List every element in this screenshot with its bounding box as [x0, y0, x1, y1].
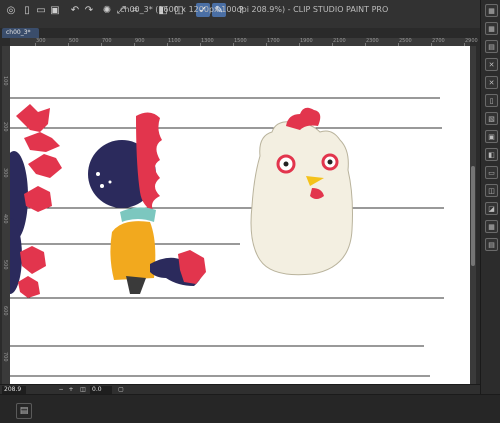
title-bar: ◎ ▯ ▭ ▣ ↶ ↷ ✺ ⤢ ⌗ ◧ ◫ ✓ ✎ ? ch00_3* (160…	[0, 0, 500, 29]
ruler-left-label: 100	[2, 76, 8, 86]
chicken-character	[250, 107, 353, 276]
panel-1-icon[interactable]: ▦	[485, 4, 498, 17]
zoom-in-button[interactable]: +	[66, 386, 76, 394]
axolotl-partial	[10, 104, 62, 298]
rotate-button[interactable]: ▢	[116, 386, 126, 394]
canvas[interactable]	[10, 46, 472, 384]
ruler-top-label: 1100	[168, 38, 181, 44]
ruler-top-label: 1500	[234, 38, 247, 44]
ruler-top-label: 500	[69, 38, 79, 44]
new-file-icon[interactable]: ▯	[20, 3, 34, 17]
artwork	[10, 97, 444, 377]
save-icon[interactable]: ▣	[48, 3, 62, 17]
ruler-left-label: 400	[2, 214, 8, 224]
zoom-out-button[interactable]: −	[56, 386, 66, 394]
ruler-top-label: 1300	[201, 38, 214, 44]
document-tab[interactable]: ch00_3*	[2, 28, 39, 38]
ruler-top-label: 700	[102, 38, 112, 44]
ruler-top-label: 1700	[267, 38, 280, 44]
axolotl-character	[88, 112, 206, 294]
settings-icon[interactable]: ✺	[100, 3, 114, 17]
panel-7-icon[interactable]: ▧	[485, 112, 498, 125]
ruler-top-label: 2700	[432, 38, 445, 44]
navigator-toggle-icon[interactable]: ▤	[16, 403, 32, 419]
panel-9-icon[interactable]: ◧	[485, 148, 498, 161]
panel-5-icon[interactable]: ✕	[485, 76, 498, 89]
ruler-left-label: 300	[2, 168, 8, 178]
document-tabs: ch00_3*	[0, 28, 480, 38]
ruler-top-label: 1900	[300, 38, 313, 44]
redo-icon[interactable]: ↷	[82, 3, 96, 17]
ruler-left-label: 700	[2, 352, 8, 362]
bottom-bar: ▤	[0, 394, 500, 423]
right-panel: ▦ ▦ ▤ ✕ ✕ ▯ ▧ ▣ ◧ ▭ ◫ ◪ ▦ ▤	[480, 0, 500, 394]
panel-4-icon[interactable]: ✕	[485, 58, 498, 71]
ruler-top-label: 2300	[366, 38, 379, 44]
ruler-top-label: 2100	[333, 38, 346, 44]
ruler-top-label: 300	[36, 38, 46, 44]
panel-10-icon[interactable]: ▭	[485, 166, 498, 179]
ruler-left-label: 200	[2, 122, 8, 132]
zoom-input[interactable]: 208.9	[2, 386, 26, 394]
ruler-left-label: 500	[2, 260, 8, 270]
panel-6-icon[interactable]: ▯	[485, 94, 498, 107]
guide-lines	[10, 97, 444, 377]
panel-2-icon[interactable]: ▦	[485, 22, 498, 35]
window-title: ch00_3* (1600 x 1200px 100dpi 208.9%) - …	[120, 5, 389, 14]
panel-12-icon[interactable]: ◪	[485, 202, 498, 215]
panel-11-icon[interactable]: ◫	[485, 184, 498, 197]
panel-13-icon[interactable]: ▦	[485, 220, 498, 233]
app-menu-icon[interactable]: ◎	[4, 3, 18, 17]
undo-icon[interactable]: ↶	[68, 3, 82, 17]
vertical-scrollbar[interactable]	[470, 46, 476, 386]
angle-input[interactable]: 0.0	[90, 386, 112, 394]
panel-8-icon[interactable]: ▣	[485, 130, 498, 143]
ruler-top-label: 2900	[465, 38, 478, 44]
ruler-top-label: 900	[135, 38, 145, 44]
panel-3-icon[interactable]: ▤	[485, 40, 498, 53]
ruler-left-label: 600	[2, 306, 8, 316]
vertical-scroll-thumb[interactable]	[471, 166, 475, 266]
fit-button[interactable]: ◫	[78, 386, 88, 394]
panel-14-icon[interactable]: ▤	[485, 238, 498, 251]
open-file-icon[interactable]: ▭	[34, 3, 48, 17]
ruler-top-label: 2500	[399, 38, 412, 44]
